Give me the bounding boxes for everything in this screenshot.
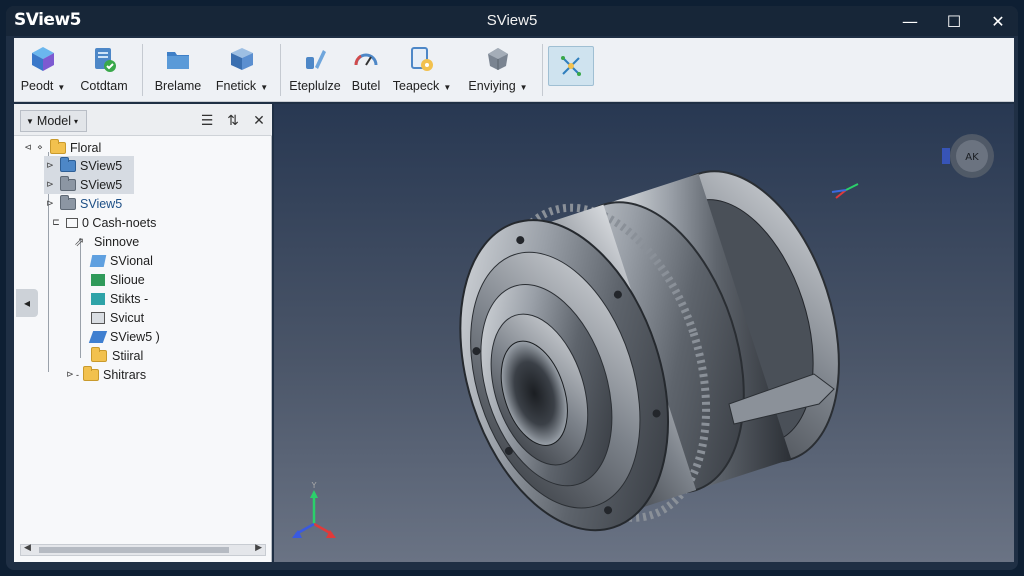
- part-teal-icon: [91, 292, 105, 305]
- view-cube-icon: AK: [942, 134, 994, 178]
- part-blue-icon: [89, 254, 107, 267]
- folder-blue-icon: [60, 156, 76, 172]
- tree-item-cash-noets[interactable]: ⊏ 0 Cash-noets: [50, 213, 220, 232]
- tree-item-sview5-4[interactable]: SView5 ): [86, 327, 216, 346]
- scrollbar-thumb[interactable]: [39, 547, 229, 553]
- folder-grey-icon: [60, 175, 76, 191]
- tree-item-svional[interactable]: SVional: [86, 251, 216, 270]
- document-settings-icon: [407, 44, 437, 74]
- assembly-icon: [66, 217, 78, 228]
- ribbon-explode-button[interactable]: [548, 46, 594, 86]
- tree-item-sinnove[interactable]: ⇗ Sinnove: [74, 232, 204, 251]
- explode-icon: [556, 51, 586, 81]
- part-grey-icon: [91, 311, 105, 324]
- tree-item-floral[interactable]: ⊲ ⋄ Floral: [22, 138, 262, 157]
- tree-item-sview5-2[interactable]: ⊳ SView5: [44, 175, 134, 194]
- pin-icon[interactable]: ⇅: [224, 112, 242, 130]
- minimize-button[interactable]: —: [888, 6, 932, 36]
- arrow-icon: ⇗: [74, 235, 85, 249]
- svg-text:Y: Y: [311, 481, 317, 490]
- ribbon-separator: [280, 44, 281, 96]
- maximize-button[interactable]: ☐: [932, 6, 976, 36]
- app-window: SView5 SView5 — ☐ ✕ Peodt ▼ Cotdtam Brela…: [6, 6, 1018, 570]
- 3d-viewport[interactable]: AK Y: [274, 104, 1014, 562]
- folder-icon: [50, 138, 66, 154]
- ribbon-separator: [542, 44, 543, 96]
- tree-connector: [80, 238, 81, 358]
- tree-item-shitrars[interactable]: ⊳ - Shitrars: [64, 365, 204, 384]
- model-dropdown[interactable]: ▼ Model ▾: [20, 110, 87, 132]
- list-view-icon[interactable]: ☰: [198, 112, 216, 130]
- ribbon-butel-button[interactable]: Butel: [346, 44, 386, 98]
- ribbon-brelame-button[interactable]: Brelame: [152, 44, 204, 98]
- ribbon-enviying-button[interactable]: Enviying ▼: [464, 44, 532, 98]
- ribbon-separator: [142, 44, 143, 96]
- axis-triad-small: [831, 183, 859, 199]
- coupling-back-housing: [459, 170, 840, 532]
- close-button[interactable]: ✕: [976, 6, 1018, 36]
- tree-item-slioue[interactable]: Slioue: [86, 270, 216, 289]
- close-panel-icon[interactable]: ✕: [250, 112, 268, 130]
- panel-header: ▼ Model ▾ ☰ ⇅ ✕: [14, 104, 272, 136]
- scroll-left-icon[interactable]: ◀: [24, 543, 31, 553]
- ribbon-fnetick-button[interactable]: Fnetick ▼: [212, 44, 272, 98]
- document-check-icon: [89, 44, 119, 74]
- ribbon-toolbar: Peodt ▼ Cotdtam Brelame Fnetick ▼ Eteplu…: [14, 38, 1014, 102]
- cube-icon: [28, 44, 58, 74]
- collapse-panel-tab[interactable]: ◂: [16, 289, 38, 317]
- title-bar: SView5 SView5 — ☐ ✕: [6, 6, 1018, 36]
- folder-icon: [163, 44, 193, 74]
- ribbon-cotdtam-button[interactable]: Cotdtam: [78, 44, 130, 98]
- tree-item-sview5-1[interactable]: ⊳ SView5: [44, 156, 134, 175]
- pen-icon: [300, 44, 330, 74]
- scroll-right-icon[interactable]: ▶: [255, 543, 262, 553]
- ribbon-eteplulze-button[interactable]: Eteplulze: [288, 44, 342, 98]
- ribbon-product-button[interactable]: Peodt ▼: [20, 44, 66, 98]
- part-green-icon: [91, 273, 105, 286]
- 3d-model-render: AK Y: [292, 134, 994, 538]
- view-cube-label: AK: [965, 152, 979, 163]
- axis-triad-icon: Y: [292, 481, 336, 538]
- tree-item-stiiral[interactable]: Stiiral: [86, 346, 216, 365]
- horizontal-scrollbar[interactable]: ◀ ▶: [20, 543, 266, 556]
- folder-icon: [83, 365, 99, 381]
- folder-icon: [91, 346, 107, 362]
- part-blue-icon: [88, 330, 108, 343]
- box-icon: [227, 44, 257, 74]
- window-title: SView5: [486, 12, 538, 29]
- ribbon-teapeck-button[interactable]: Teapeck ▼: [392, 44, 452, 98]
- folder-grey-icon: [60, 194, 76, 210]
- tree-item-svicut[interactable]: Svicut: [86, 308, 216, 327]
- gauge-icon: [351, 44, 381, 74]
- tree-item-sview5-3[interactable]: ⊳ SView5: [44, 194, 164, 213]
- model-tree-panel: ▼ Model ▾ ☰ ⇅ ✕ ⊲ ⋄ Floral ⊳ SView5 ⊳ SVie: [14, 104, 272, 562]
- tree-item-stikts[interactable]: Stikts -: [86, 289, 216, 308]
- polyhedron-icon: [483, 44, 513, 74]
